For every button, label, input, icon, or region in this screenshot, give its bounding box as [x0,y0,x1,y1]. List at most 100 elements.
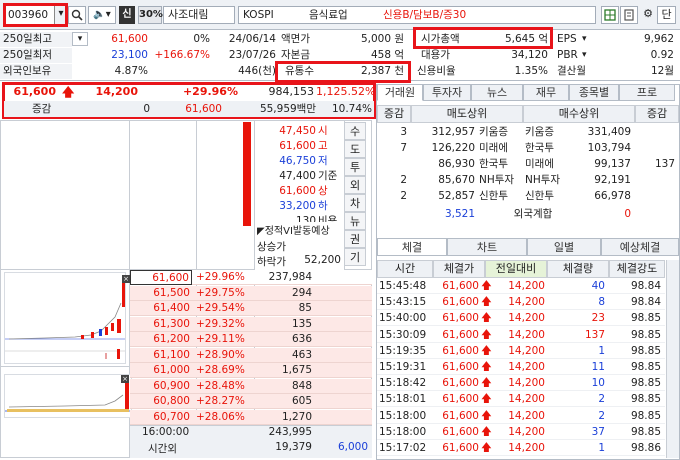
value-fiscal-month: 12월 [650,65,674,77]
tab-2[interactable]: 뉴스 [471,84,523,101]
close-time: 16:00:00 [142,426,190,438]
tab-3[interactable]: 재무 [523,84,569,101]
side-button[interactable]: 수 [344,122,366,140]
sell-summary-key: 하 [318,200,328,212]
orderbook-row[interactable]: 61,200 +29.11% 636 [130,332,372,347]
broker-sell-name: 한국투 [479,158,508,170]
trade-row[interactable]: 15:43:15 61,600 🡅 14,200 8 98.84 [377,294,665,311]
up-arrow-icon: 🡅 [481,409,492,422]
trade-change: 14,200 [508,344,545,357]
search-icon[interactable] [68,6,86,24]
label-float-shares: 유통수 [285,65,314,77]
orderbook-row[interactable]: 60,800 +28.27% 605 [130,394,372,409]
value-market-cap: 5,645 억 [504,33,548,45]
label-250-low: 250일최저 [0,48,72,63]
trade-row[interactable]: 15:19:35 61,600 🡅 14,200 1 98.85 [377,343,665,359]
dropdown-icon[interactable]: ▾ [582,48,587,63]
orderbook-row[interactable]: 61,400 +29.54% 85 [130,301,372,316]
trade-strength: 98.84 [630,296,661,309]
trade-row[interactable]: 15:18:00 61,600 🡅 14,200 2 98.85 [377,408,665,424]
grid-icon[interactable] [601,6,619,24]
broker-sell-name: NH투자 [479,174,515,186]
tab-5[interactable]: 프로 [619,84,675,101]
orderbook-price: 61,400 [153,302,190,314]
broker-row[interactable]: 3 312,957 키움증 키움증 331,409 [377,124,679,140]
sin-button[interactable]: 신 [119,6,135,24]
stock-name[interactable]: 사조대림 [163,6,235,24]
document-icon[interactable] [620,6,638,24]
vi-down-value: 52,200 [304,254,341,266]
broker-row[interactable]: 7 126,220 미래에 한국투 103,794 [377,140,679,156]
orderbook-row[interactable]: 61,000 +28.69% 1,675 [130,363,372,378]
code-dropdown-icon[interactable]: ▾ [56,6,66,24]
trade-row[interactable]: 15:30:09 61,600 🡅 14,200 137 98.85 [377,327,665,343]
sell-summary-key: 저 [318,155,328,167]
price-bar: 61,600 🡅 14,200 +29.96% 984,153 1,125.52… [2,84,375,100]
trade-row[interactable]: 15:19:31 61,600 🡅 14,200 11 98.85 [377,359,665,375]
tab-4[interactable]: 종목별 [569,84,619,101]
trade-row[interactable]: 15:18:00 61,600 🡅 14,200 37 98.85 [377,424,665,440]
side-button[interactable]: 기 [344,248,366,266]
sell-summary-key: 상 [318,185,328,197]
orderbook-row[interactable]: 60,900 +28.48% 848 [130,378,372,394]
sell-volume-bar [243,122,251,226]
orderbook-row[interactable]: 60,700 +28.06% 1,270 [130,409,372,425]
gear-icon[interactable]: ⚙ [639,6,657,24]
scrollbar[interactable] [666,260,679,458]
trade-qty: 137 [584,328,605,341]
close-icon[interactable]: × [121,375,129,383]
up-arrow-icon: 🡅 [481,425,492,438]
trade-col-qty: 체결량 [547,260,609,278]
trade-tab-3[interactable]: 예상체결 [601,238,679,256]
dan-button[interactable]: 단 [657,6,676,24]
trade-row[interactable]: 15:18:42 61,600 🡅 14,200 10 98.85 [377,375,665,392]
trade-tab-0[interactable]: 체결 [377,238,447,256]
orderbook-row[interactable]: 61,100 +28.90% 463 [130,347,372,363]
trade-price: 61,600 [442,296,479,309]
speaker-icon[interactable]: 🔈▾ [88,6,116,24]
volume: 984,153 [268,85,315,98]
orderbook-qty: 463 [291,348,312,361]
trade-tab-2[interactable]: 일별 [527,238,601,256]
trade-price: 61,600 [442,377,479,390]
side-button[interactable]: 차 [344,194,366,212]
dropdown-icon[interactable]: ▾ [582,32,587,47]
broker-row[interactable]: 86,930 한국투 미래에 99,137 137 [377,156,679,172]
trade-row[interactable]: 15:45:48 61,600 🡅 14,200 40 98.84 [377,278,665,294]
broker-sell-qty: 86,930 [438,158,475,170]
orderbook-qty: 237,984 [268,271,312,283]
orderbook-qty: 294 [291,286,312,299]
side-button[interactable]: 외 [344,176,366,194]
trade-qty: 1 [598,344,605,357]
orderbook-rate: +28.06% [196,410,245,423]
trade-tab-1[interactable]: 차트 [447,238,527,256]
side-button[interactable]: 권 [344,230,366,248]
stock-code-input[interactable]: 003960 [5,5,55,25]
orderbook-rate: +29.54% [196,302,245,314]
orderbook-row[interactable]: 61,500 +29.75% 294 [130,285,372,301]
trade-price: 61,600 [442,442,479,454]
dropdown-icon[interactable]: ▾ [72,32,88,46]
orderbook-row[interactable]: 61,300 +29.32% 135 [130,316,372,332]
broker-row[interactable]: 2 52,857 신한투 신한투 66,978 [377,188,679,204]
side-button[interactable]: 도 [344,140,366,158]
broker-row[interactable]: 2 85,670 NH투자 NH투자 92,191 [377,172,679,188]
tab-0[interactable]: 거래원 [377,84,423,101]
label-foreign-holding: 외국인보유 [0,64,72,79]
info-row-1: 250일최고 ▾ 61,600 0% 24/06/14 액면가 5,000 원 … [0,32,680,47]
orderbook-rate: +29.32% [196,317,245,330]
trade-row[interactable]: 15:17:02 61,600 🡅 14,200 1 98.86 [377,440,665,456]
orderbook-row[interactable]: 61,600 +29.96% 237,984 [130,270,372,285]
broker-table: 증감 매도상위 매수상위 증감 3 312,957 키움증 키움증 331,409 7 12… [377,102,679,236]
close-icon[interactable]: × [122,275,130,283]
trade-row[interactable]: 15:18:01 61,600 🡅 14,200 2 98.85 [377,391,665,408]
side-button[interactable]: 뉴 [344,212,366,230]
trade-qty: 2 [598,409,605,422]
trade-time: 15:19:31 [379,361,427,373]
label-substitute-price: 대용가 [421,49,450,61]
side-button[interactable]: 투 [344,158,366,176]
trade-row[interactable]: 15:40:00 61,600 🡅 14,200 23 98.85 [377,310,665,327]
up-arrow-icon: 🡅 [481,328,492,341]
value-substitute-price: 34,120 [511,49,548,61]
tab-1[interactable]: 투자자 [423,84,471,101]
